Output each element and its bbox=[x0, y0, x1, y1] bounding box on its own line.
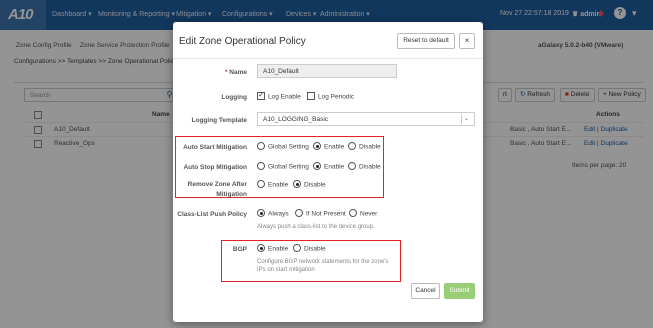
option-label: Disable bbox=[304, 245, 326, 253]
remove-zone-after-mitigation-label: Remove Zone After Mitigation bbox=[187, 181, 247, 198]
radio-icon bbox=[348, 142, 356, 150]
radio-selected-icon bbox=[257, 244, 265, 252]
option-label: Disable bbox=[359, 163, 381, 171]
log-periodic-checkbox[interactable]: Log Periodic bbox=[307, 92, 355, 101]
chevron-down-icon: ⌄ bbox=[461, 114, 471, 124]
radio-icon bbox=[257, 162, 265, 170]
radio-selected-icon bbox=[293, 180, 301, 188]
bgp-enable-radio[interactable]: Enable bbox=[257, 244, 289, 253]
name-field[interactable]: A10_Default bbox=[257, 64, 397, 78]
radio-icon bbox=[257, 180, 265, 188]
log-enable-label: Log Enable bbox=[268, 93, 301, 101]
radio-icon bbox=[257, 142, 265, 150]
option-label: Always bbox=[268, 210, 289, 218]
close-icon[interactable]: × bbox=[459, 33, 475, 49]
auto-stop-mitigation-label: Auto Stop Mitigation bbox=[183, 164, 247, 171]
reset-to-default-button[interactable]: Reset to default bbox=[397, 33, 455, 49]
dialog-title: Edit Zone Operational Policy bbox=[179, 36, 306, 47]
radio-icon bbox=[295, 209, 303, 217]
remove-zone-enable-radio[interactable]: Enable bbox=[257, 180, 289, 189]
option-label: Disable bbox=[359, 143, 381, 151]
bgp-help-text-line2: IPs on start mitigation bbox=[257, 267, 315, 273]
log-enable-checkbox[interactable]: ✓ Log Enable bbox=[257, 92, 301, 101]
logging-template-value: A10_LOGGING_Basic bbox=[263, 116, 329, 123]
radio-icon bbox=[348, 162, 356, 170]
logging-label: Logging bbox=[221, 94, 247, 101]
class-list-always-radio[interactable]: Always bbox=[257, 209, 289, 218]
class-list-help-text: Always push a class-list to the device g… bbox=[257, 224, 375, 230]
class-list-push-policy-label: Class-List Push Policy bbox=[177, 211, 247, 218]
radio-selected-icon bbox=[257, 209, 265, 217]
auto-start-enable-radio[interactable]: Enable bbox=[313, 142, 345, 151]
class-list-never-radio[interactable]: Never bbox=[349, 209, 378, 218]
name-label-text: Name bbox=[229, 69, 247, 76]
dialog-divider bbox=[173, 58, 483, 59]
option-label: Never bbox=[360, 210, 378, 218]
option-label: If Not Present bbox=[306, 210, 346, 218]
submit-button[interactable]: Submit bbox=[444, 283, 475, 299]
checkmark-icon: ✓ bbox=[257, 92, 265, 100]
log-periodic-label: Log Periodic bbox=[318, 93, 355, 101]
option-label: Global Setting bbox=[268, 143, 309, 151]
auto-start-mitigation-label: Auto Start Mitigation bbox=[183, 144, 247, 151]
auto-stop-global-radio[interactable]: Global Setting bbox=[257, 162, 309, 171]
edit-zone-operational-policy-dialog: Edit Zone Operational Policy Reset to de… bbox=[173, 22, 483, 322]
remove-zone-disable-radio[interactable]: Disable bbox=[293, 180, 326, 189]
radio-icon bbox=[349, 209, 357, 217]
cancel-button[interactable]: Cancel bbox=[411, 283, 440, 299]
name-label: * Name bbox=[225, 69, 247, 76]
radio-icon bbox=[293, 244, 301, 252]
logging-template-select[interactable]: A10_LOGGING_Basic ⌄ bbox=[257, 112, 475, 126]
option-label: Enable bbox=[324, 143, 345, 151]
option-label: Disable bbox=[304, 181, 326, 189]
checkbox-empty-icon bbox=[307, 92, 315, 100]
option-label: Enable bbox=[268, 181, 289, 189]
bgp-disable-radio[interactable]: Disable bbox=[293, 244, 326, 253]
radio-selected-icon bbox=[313, 162, 321, 170]
radio-selected-icon bbox=[313, 142, 321, 150]
auto-stop-disable-radio[interactable]: Disable bbox=[348, 162, 381, 171]
logging-template-label: Logging Template bbox=[191, 117, 248, 124]
option-label: Global Setting bbox=[268, 163, 309, 171]
option-label: Enable bbox=[324, 163, 345, 171]
class-list-if-not-present-radio[interactable]: If Not Present bbox=[295, 209, 346, 218]
bgp-label: BGP bbox=[232, 246, 247, 253]
auto-stop-enable-radio[interactable]: Enable bbox=[313, 162, 345, 171]
option-label: Enable bbox=[268, 245, 289, 253]
auto-start-disable-radio[interactable]: Disable bbox=[348, 142, 381, 151]
auto-start-global-radio[interactable]: Global Setting bbox=[257, 142, 309, 151]
